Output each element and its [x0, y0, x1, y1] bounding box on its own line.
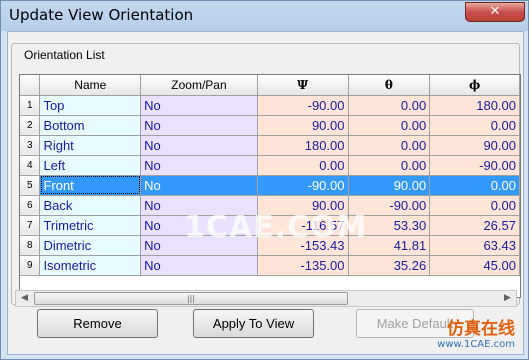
phi-cell[interactable]: 180.00 [429, 95, 520, 116]
column-header-theta[interactable]: θ [348, 75, 431, 96]
psi-cell[interactable]: -116.57 [257, 215, 349, 236]
psi-cell[interactable]: -153.43 [257, 235, 349, 256]
zoom-pan-cell[interactable]: No [140, 115, 258, 136]
phi-cell[interactable]: 45.00 [429, 255, 520, 276]
row-number-cell[interactable]: 8 [20, 235, 41, 256]
theta-cell[interactable]: 0.00 [348, 115, 431, 136]
name-cell[interactable]: Top [39, 95, 142, 116]
phi-cell[interactable]: 0.00 [429, 175, 520, 196]
table-row[interactable]: 2 Bottom No 90.00 0.00 0.00 [20, 115, 520, 136]
name-cell[interactable]: Right [39, 135, 142, 156]
row-number-cell[interactable]: 1 [20, 95, 41, 116]
row-number-cell[interactable]: 4 [20, 155, 41, 176]
make-default-button[interactable]: Make Default [356, 309, 474, 338]
psi-cell[interactable]: -135.00 [257, 255, 349, 276]
psi-cell[interactable]: 180.00 [257, 135, 349, 156]
group-label: Orientation List [21, 48, 108, 62]
theta-cell[interactable]: 41.81 [348, 235, 431, 256]
column-header-name[interactable]: Name [39, 75, 142, 96]
column-header-psi[interactable]: Ψ [257, 75, 349, 96]
row-number-cell[interactable]: 7 [20, 215, 41, 236]
phi-cell[interactable]: -90.00 [429, 155, 520, 176]
phi-cell[interactable]: 63.43 [429, 235, 520, 256]
table-row[interactable]: 8 Dimetric No -153.43 41.81 63.43 [20, 235, 520, 256]
name-cell[interactable]: Bottom [39, 115, 142, 136]
theta-cell[interactable]: 90.00 [348, 175, 431, 196]
watermark-url-text: www.1CAE.com [437, 339, 515, 350]
phi-cell[interactable]: 26.57 [429, 215, 520, 236]
dialog-client-area: Orientation List Name Zoom/Pan Ψ θ ϕ 1 T… [7, 31, 524, 355]
name-cell[interactable]: Left [39, 155, 142, 176]
theta-cell[interactable]: 53.30 [348, 215, 431, 236]
update-view-orientation-dialog: Update View Orientation ✕ Orientation Li… [0, 0, 529, 360]
zoom-pan-cell[interactable]: No [140, 155, 258, 176]
theta-cell[interactable]: 35.26 [348, 255, 431, 276]
table-header-row: Name Zoom/Pan Ψ θ ϕ [20, 75, 520, 96]
zoom-pan-cell[interactable]: No [140, 255, 258, 276]
remove-button[interactable]: Remove [37, 309, 158, 338]
apply-to-view-button[interactable]: Apply To View [193, 309, 314, 338]
title-bar: Update View Orientation ✕ [1, 1, 529, 31]
psi-cell[interactable]: 0.00 [257, 155, 349, 176]
window-title: Update View Orientation [9, 6, 194, 24]
table-row[interactable]: 7 Trimetric No -116.57 53.30 26.57 [20, 215, 520, 236]
horizontal-scrollbar[interactable]: ◀ ||| ▶ [15, 290, 517, 307]
row-number-cell[interactable]: 2 [20, 115, 41, 136]
corner-header [20, 75, 41, 96]
psi-cell[interactable]: 90.00 [257, 195, 349, 216]
zoom-pan-cell[interactable]: No [140, 135, 258, 156]
orientation-list-group: Orientation List Name Zoom/Pan Ψ θ ϕ 1 T… [11, 43, 521, 305]
orientation-table: Name Zoom/Pan Ψ θ ϕ 1 Top No -90.00 0.00 180.… [19, 74, 521, 298]
zoom-pan-cell[interactable]: No [140, 175, 258, 196]
row-number-cell[interactable]: 6 [20, 195, 41, 216]
close-button[interactable]: ✕ [465, 2, 525, 22]
theta-cell[interactable]: -90.00 [348, 195, 431, 216]
table-row[interactable]: 1 Top No -90.00 0.00 180.00 [20, 95, 520, 116]
scroll-thumb[interactable]: ||| [34, 292, 348, 305]
theta-cell[interactable]: 0.00 [348, 155, 431, 176]
column-header-zoom-pan[interactable]: Zoom/Pan [140, 75, 258, 96]
table-row[interactable]: 5 Front No -90.00 90.00 0.00 [20, 175, 520, 196]
name-cell[interactable]: Dimetric [39, 235, 142, 256]
zoom-pan-cell[interactable]: No [140, 95, 258, 116]
row-number-cell[interactable]: 5 [20, 175, 41, 196]
scroll-left-icon[interactable]: ◀ [16, 291, 33, 306]
row-number-cell[interactable]: 9 [20, 255, 41, 276]
name-cell[interactable]: Isometric [39, 255, 142, 276]
table-row[interactable]: 3 Right No 180.00 0.00 90.00 [20, 135, 520, 156]
row-number-cell[interactable]: 3 [20, 135, 41, 156]
name-cell[interactable]: Back [39, 195, 142, 216]
table-row[interactable]: 4 Left No 0.00 0.00 -90.00 [20, 155, 520, 176]
column-header-phi[interactable]: ϕ [429, 75, 520, 96]
psi-cell[interactable]: -90.00 [257, 95, 349, 116]
theta-cell[interactable]: 0.00 [348, 95, 431, 116]
phi-cell[interactable]: 0.00 [429, 115, 520, 136]
table-row[interactable]: 9 Isometric No -135.00 35.26 45.00 [20, 255, 520, 276]
table-row[interactable]: 6 Back No 90.00 -90.00 0.00 [20, 195, 520, 216]
zoom-pan-cell[interactable]: No [140, 195, 258, 216]
phi-cell[interactable]: 0.00 [429, 195, 520, 216]
name-cell[interactable]: Trimetric [39, 215, 142, 236]
theta-cell[interactable]: 0.00 [348, 135, 431, 156]
psi-cell[interactable]: 90.00 [257, 115, 349, 136]
phi-cell[interactable]: 90.00 [429, 135, 520, 156]
scroll-right-icon[interactable]: ▶ [499, 291, 516, 306]
name-cell[interactable]: Front [39, 175, 142, 196]
zoom-pan-cell[interactable]: No [140, 215, 258, 236]
zoom-pan-cell[interactable]: No [140, 235, 258, 256]
psi-cell[interactable]: -90.00 [257, 175, 349, 196]
